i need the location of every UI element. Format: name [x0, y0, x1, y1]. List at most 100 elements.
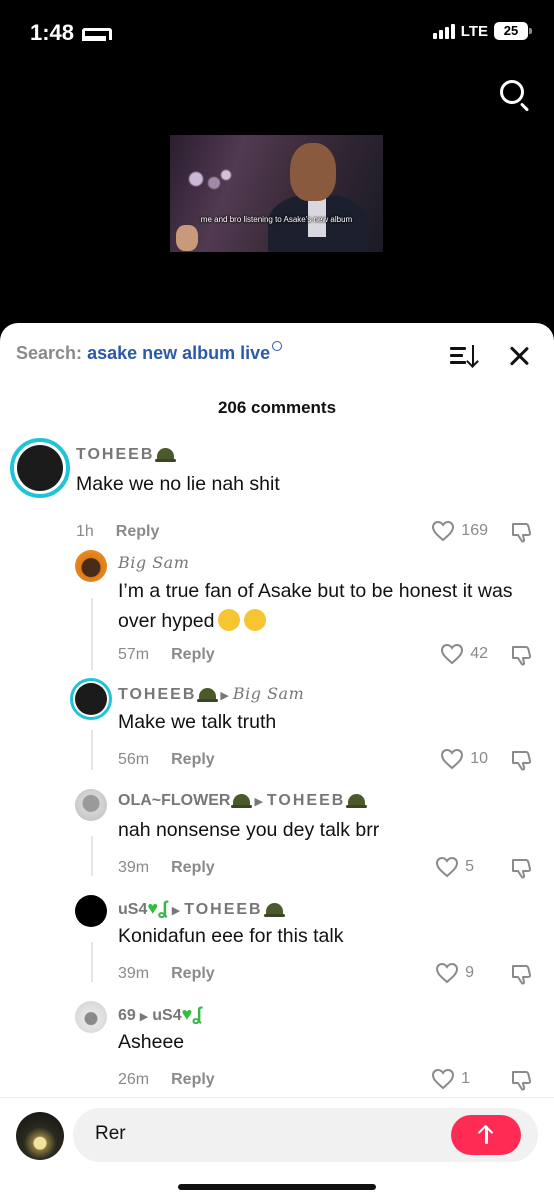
comment-time: 39m — [118, 965, 150, 982]
heart-icon — [436, 962, 459, 984]
dislike-icon[interactable] — [510, 857, 532, 879]
reply-button[interactable]: Reply — [171, 1071, 215, 1088]
heart-icon — [432, 520, 455, 542]
comment-time: 56m — [118, 751, 150, 768]
comment-text: Asheee — [118, 1031, 185, 1053]
network-label: LTE — [460, 22, 488, 40]
reply-button[interactable]: Reply — [116, 523, 160, 540]
signal-icon — [432, 23, 455, 39]
search-prefix: Search: — [16, 343, 83, 363]
comment-username[interactable]: OLA~FLOWER ▶ TOHEEB — [118, 792, 368, 810]
kissing-emoji — [244, 609, 267, 631]
comment-text: Make we talk truth — [118, 711, 277, 733]
like-button[interactable]: 169 — [431, 520, 488, 542]
video-person-head — [290, 143, 336, 201]
flushed-emoji — [218, 609, 241, 631]
like-count: 169 — [461, 522, 488, 539]
sort-icon[interactable] — [450, 345, 474, 367]
like-button[interactable]: 42 — [440, 643, 488, 665]
like-count: 42 — [470, 645, 488, 662]
helmet-emoji — [197, 688, 219, 702]
heart-icon — [436, 856, 459, 878]
comment-username[interactable]: Big Sam — [118, 553, 189, 573]
lizard-emoji: ʆ — [158, 898, 168, 918]
reply-item: Big Sam I’m a true fan of Asake but to b… — [0, 545, 554, 675]
status-bar: 1:48 LTE 25 — [0, 0, 554, 70]
comment-time: 39m — [118, 859, 150, 876]
like-button[interactable]: 5 — [435, 856, 474, 878]
comment-input-value[interactable]: Rer — [95, 1123, 126, 1145]
green-heart-emoji: ♥ — [147, 898, 159, 918]
comment-text: Make we no lie nah shit — [76, 473, 280, 495]
reply-button[interactable]: Reply — [171, 646, 215, 663]
comment-username[interactable]: 69 ▶ uS4♥ʆ — [118, 1004, 202, 1025]
avatar[interactable] — [70, 678, 112, 720]
comment-item: TOHEEB Make we no lie nah shit 1h Reply 1… — [0, 433, 554, 543]
dislike-icon[interactable] — [510, 749, 532, 771]
like-count: 5 — [465, 858, 474, 875]
reply-button[interactable]: Reply — [171, 751, 215, 768]
my-avatar[interactable] — [16, 1112, 64, 1160]
avatar[interactable] — [75, 1001, 107, 1033]
comment-meta: 39m Reply — [118, 965, 215, 983]
reply-button[interactable]: Reply — [171, 859, 215, 876]
helmet-emoji — [346, 794, 368, 808]
dislike-icon[interactable] — [510, 963, 532, 985]
comment-meta: 39m Reply — [118, 859, 215, 877]
avatar[interactable] — [75, 789, 107, 821]
heart-icon — [432, 1068, 455, 1090]
comment-text: nah nonsense you dey talk brr — [118, 819, 380, 841]
like-count: 10 — [470, 750, 488, 767]
helmet-emoji — [231, 794, 253, 808]
comments-sheet: Search: asake new album live 206 comment… — [0, 323, 554, 1199]
comment-username[interactable]: TOHEEB — [76, 446, 177, 464]
status-right: LTE 25 — [432, 22, 532, 40]
heart-icon — [441, 748, 464, 770]
comment-time: 26m — [118, 1071, 150, 1088]
comments-count: 206 comments — [217, 398, 337, 417]
status-time-group: 1:48 — [30, 20, 113, 46]
green-heart-emoji: ♥ — [181, 1004, 193, 1024]
search-small-icon — [272, 341, 283, 351]
home-indicator — [178, 1184, 376, 1190]
video-caption: me and bro listening to Asake's new albu… — [200, 215, 353, 224]
reply-button[interactable]: Reply — [171, 965, 215, 982]
comment-meta: 26m Reply — [118, 1071, 215, 1089]
dislike-icon[interactable] — [510, 644, 532, 666]
avatar[interactable] — [75, 550, 107, 582]
like-button[interactable]: 1 — [431, 1068, 470, 1090]
comment-text: Konidafun eee for this talk — [118, 925, 344, 947]
video-player[interactable]: me and bro listening to Asake's new albu… — [170, 135, 383, 252]
comment-input[interactable]: Rer — [73, 1108, 538, 1162]
search-icon[interactable] — [498, 78, 532, 112]
helmet-emoji — [263, 903, 285, 917]
heart-icon — [441, 643, 464, 665]
comment-username[interactable]: TOHEEB ▶ Big Sam — [118, 684, 304, 704]
reply-item: uS4♥ʆ ▶ TOHEEB Konidafun eee for this talk… — [0, 890, 554, 996]
comment-composer: Rer — [0, 1097, 554, 1199]
dislike-icon[interactable] — [510, 521, 532, 543]
search-query-link[interactable]: asake new album live — [87, 343, 270, 363]
avatar[interactable] — [75, 895, 107, 927]
comment-meta: 1h Reply — [76, 523, 159, 541]
bed-icon — [82, 25, 113, 41]
close-icon[interactable] — [508, 345, 530, 367]
dislike-icon[interactable] — [510, 1069, 532, 1091]
comment-time: 1h — [76, 523, 94, 540]
comment-username[interactable]: uS4♥ʆ ▶ TOHEEB — [118, 898, 285, 919]
stage-lights — [178, 163, 238, 203]
helmet-emoji — [155, 448, 177, 462]
comment-time: 57m — [118, 646, 150, 663]
like-button[interactable]: 9 — [435, 962, 474, 984]
comment-meta: 56m Reply — [118, 751, 215, 769]
status-time: 1:48 — [30, 20, 75, 45]
like-count: 1 — [461, 1070, 470, 1087]
lizard-emoji: ʆ — [192, 1004, 203, 1024]
battery-icon: 25 — [494, 22, 532, 40]
reply-item: TOHEEB ▶ Big Sam Make we talk truth 56m Rep… — [0, 676, 554, 782]
send-button[interactable] — [451, 1115, 521, 1155]
reply-item: OLA~FLOWER ▶ TOHEEB nah nonsense you dey t… — [0, 784, 554, 890]
avatar[interactable] — [10, 438, 70, 498]
like-button[interactable]: 10 — [440, 748, 488, 770]
reply-item: 69 ▶ uS4♥ʆ Asheee 26m Reply 1 — [0, 996, 554, 1102]
